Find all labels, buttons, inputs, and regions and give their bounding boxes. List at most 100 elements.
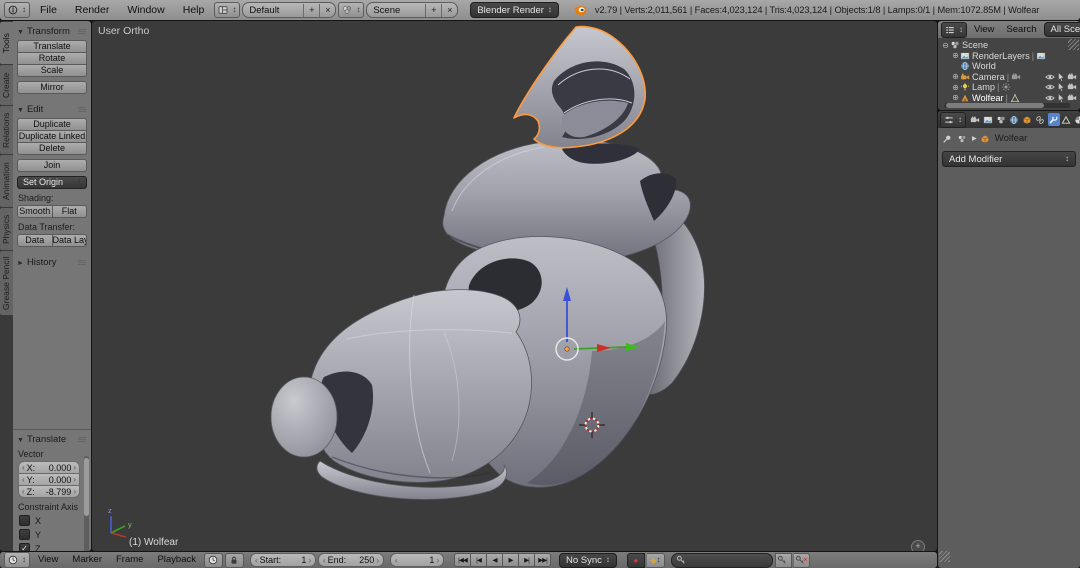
vector-z-field[interactable]: ‹Z:-8.799› xyxy=(18,486,80,498)
editor-type-button[interactable]: ↕ xyxy=(4,552,30,568)
tab-create[interactable]: Create xyxy=(0,65,13,105)
area-corner-grip[interactable] xyxy=(939,551,950,562)
selectability-cursor-icon[interactable] xyxy=(1056,82,1066,92)
screen-layout-field[interactable]: Default + × xyxy=(242,2,336,18)
active-keying-set-input[interactable] xyxy=(671,553,773,568)
visibility-eye-icon[interactable] xyxy=(1045,82,1055,92)
sync-mode-dropdown[interactable]: No Sync↕ xyxy=(559,553,617,568)
tab-render-layers[interactable] xyxy=(983,113,995,126)
editor-type-button[interactable]: ↕ xyxy=(941,22,967,38)
renderability-camera-icon[interactable] xyxy=(1067,82,1077,92)
scene-browse-button[interactable]: ↕ xyxy=(338,2,364,18)
menu-window[interactable]: Window xyxy=(119,0,172,20)
play-button[interactable]: ▶ xyxy=(503,553,519,567)
play-reverse-button[interactable]: ◀ xyxy=(487,553,503,567)
keying-set-dropdown[interactable]: ◆↕ xyxy=(647,553,665,568)
vector-x-field[interactable]: ‹X:0.000› xyxy=(18,461,80,474)
tab-constraints[interactable] xyxy=(1035,113,1047,126)
tab-object[interactable] xyxy=(1022,113,1034,126)
tab-scene[interactable] xyxy=(996,113,1008,126)
add-layout-button[interactable]: + xyxy=(303,4,319,17)
delete-layout-button[interactable]: × xyxy=(319,4,335,17)
tab-object-data[interactable] xyxy=(1061,113,1073,126)
render-engine-dropdown[interactable]: Blender Render ↕ xyxy=(470,2,559,18)
expand-icon[interactable]: ⊕ xyxy=(951,83,960,92)
expand-icon[interactable]: ⊕ xyxy=(951,93,960,102)
frame-start-field[interactable]: ‹Start:1› xyxy=(250,553,316,567)
add-scene-button[interactable]: + xyxy=(425,4,441,17)
jump-to-start-button[interactable]: |◀◀ xyxy=(454,553,471,567)
jump-to-end-button[interactable]: ▶▶| xyxy=(535,553,551,567)
constraint-y-row[interactable]: Y xyxy=(19,529,88,540)
delete-scene-button[interactable]: × xyxy=(441,4,457,17)
editor-type-button[interactable]: ↕ xyxy=(4,2,30,18)
current-frame-field[interactable]: ‹1› xyxy=(390,553,444,567)
pin-icon[interactable] xyxy=(942,134,952,144)
panel-header-transform[interactable]: ▼Transform xyxy=(17,26,88,37)
scrollbar[interactable] xyxy=(944,103,1070,108)
checkbox-unchecked[interactable] xyxy=(19,515,30,526)
menu-file[interactable]: File xyxy=(32,0,65,20)
tab-animation[interactable]: Animation xyxy=(0,155,13,207)
next-keyframe-button[interactable]: ▶| xyxy=(519,553,535,567)
insert-keyframe-button[interactable] xyxy=(775,553,792,568)
auto-keyframe-record-button[interactable]: ● xyxy=(627,553,645,568)
tab-material[interactable] xyxy=(1074,113,1080,126)
selectability-cursor-icon[interactable] xyxy=(1056,93,1066,103)
lock-time-toggle[interactable] xyxy=(225,553,244,568)
mirror-button[interactable]: Mirror xyxy=(17,81,87,94)
screen-layout-browse-button[interactable]: ↕ xyxy=(214,2,240,18)
timeline-menu-playback[interactable]: Playback xyxy=(151,552,202,568)
shade-flat-button[interactable]: Flat xyxy=(52,205,88,218)
shade-smooth-button[interactable]: Smooth xyxy=(17,205,52,218)
outliner-display-filter[interactable]: All Scenes xyxy=(1044,22,1080,37)
outliner-row-renderlayers[interactable]: ⊕ RenderLayers| xyxy=(941,51,1080,62)
area-corner-grip[interactable] xyxy=(1068,39,1079,50)
frame-end-field[interactable]: ‹End:250› xyxy=(318,553,384,567)
renderability-camera-icon[interactable] xyxy=(1067,72,1077,82)
outliner-menu-search[interactable]: Search xyxy=(1001,21,1041,38)
expand-icon[interactable]: ⊕ xyxy=(951,72,960,81)
tab-relations[interactable]: Relations xyxy=(0,106,13,154)
use-preview-range-toggle[interactable] xyxy=(204,553,223,568)
translate-button[interactable]: Translate xyxy=(17,40,87,53)
tab-physics[interactable]: Physics xyxy=(0,208,13,250)
selectability-cursor-icon[interactable] xyxy=(1056,72,1066,82)
duplicate-linked-button[interactable]: Duplicate Linked xyxy=(17,131,87,143)
tab-world[interactable] xyxy=(1009,113,1021,126)
viewport-3d[interactable]: z y User Ortho (1) Wolfear + xyxy=(92,21,937,551)
scrollbar[interactable] xyxy=(84,456,89,551)
delete-keyframe-button[interactable]: × xyxy=(794,553,810,568)
outliner-row-world[interactable]: World xyxy=(941,61,1080,72)
tab-tools[interactable]: Tools xyxy=(0,22,13,64)
outliner-menu-view[interactable]: View xyxy=(969,21,999,38)
duplicate-button[interactable]: Duplicate xyxy=(17,118,87,131)
visibility-eye-icon[interactable] xyxy=(1045,93,1055,103)
vector-y-field[interactable]: ‹Y:0.000› xyxy=(18,474,80,486)
join-button[interactable]: Join xyxy=(17,159,87,172)
tab-modifiers[interactable] xyxy=(1048,113,1060,126)
checkbox-checked[interactable]: ✓ xyxy=(19,543,30,551)
scale-button[interactable]: Scale xyxy=(17,65,87,77)
panel-header-translate[interactable]: ▼Translate xyxy=(17,434,88,445)
transfer-data-button[interactable]: Data xyxy=(17,234,52,247)
add-modifier-dropdown[interactable]: Add Modifier ↕ xyxy=(942,151,1076,167)
outliner-row-scene[interactable]: ⊖ Scene xyxy=(941,40,1080,51)
constraint-x-row[interactable]: X xyxy=(19,515,88,526)
set-origin-dropdown[interactable]: Set Origin↕ xyxy=(17,176,87,189)
expand-region-button[interactable]: + xyxy=(911,540,925,551)
visibility-eye-icon[interactable] xyxy=(1045,72,1055,82)
panel-header-history[interactable]: ►History xyxy=(17,257,88,268)
timeline-menu-frame[interactable]: Frame xyxy=(110,552,149,568)
rotate-button[interactable]: Rotate xyxy=(17,53,87,65)
menu-render[interactable]: Render xyxy=(67,0,117,20)
menu-help[interactable]: Help xyxy=(175,0,213,20)
timeline-menu-view[interactable]: View xyxy=(32,552,64,568)
panel-header-edit[interactable]: ▼Edit xyxy=(17,104,88,115)
editor-type-button[interactable]: ↕ xyxy=(940,112,966,128)
checkbox-unchecked[interactable] xyxy=(19,529,30,540)
expand-icon[interactable]: ⊕ xyxy=(951,51,960,60)
constraint-z-row[interactable]: ✓Z xyxy=(19,543,88,551)
delete-button[interactable]: Delete xyxy=(17,143,87,155)
collapse-icon[interactable]: ⊖ xyxy=(941,41,950,50)
